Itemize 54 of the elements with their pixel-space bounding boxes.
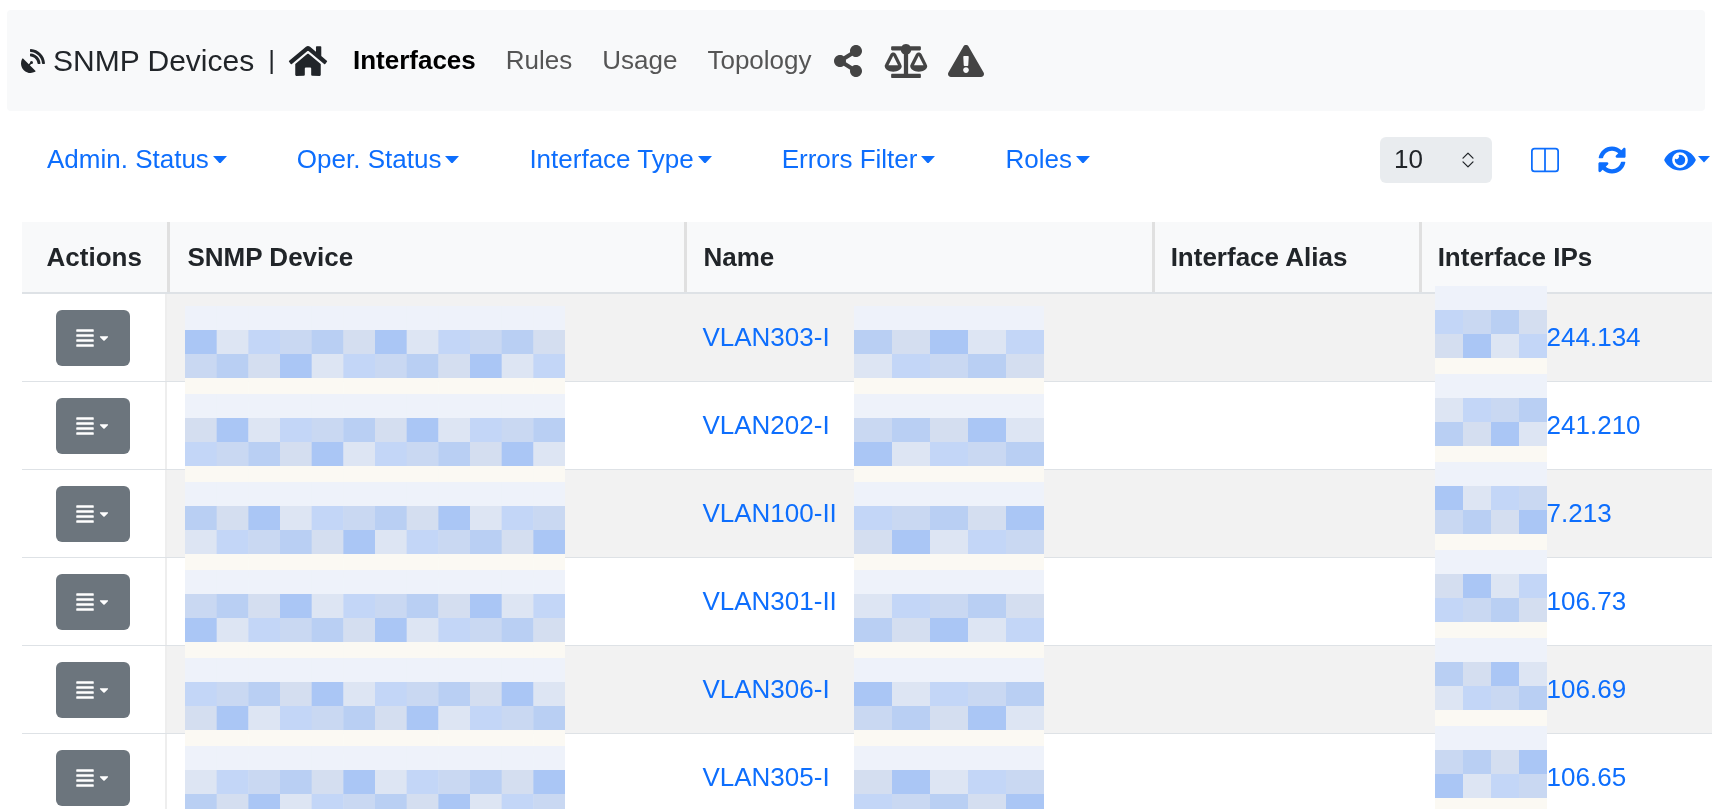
nav-tab[interactable]: Rules xyxy=(505,41,573,80)
scale-icon[interactable] xyxy=(883,43,928,78)
caret-icon xyxy=(212,155,227,164)
filter-dropdown[interactable]: Oper. Status xyxy=(296,140,460,179)
caret-icon xyxy=(921,155,936,164)
satellite-dish-icon xyxy=(21,48,45,73)
separator: | xyxy=(268,44,275,77)
filter-dropdown[interactable]: Errors Filter xyxy=(781,140,936,179)
interface-name-link[interactable]: VLAN305-I xyxy=(702,758,830,797)
filter-dropdown[interactable]: Admin. Status xyxy=(47,140,227,179)
column-header[interactable]: SNMP Device xyxy=(187,237,354,277)
home-icon[interactable] xyxy=(286,43,329,78)
refresh-icon[interactable] xyxy=(1598,145,1626,174)
menu-icon xyxy=(75,415,96,436)
menu-icon xyxy=(75,503,96,524)
actions-button[interactable] xyxy=(56,309,131,366)
share-icon[interactable] xyxy=(831,44,864,77)
interface-ip-link[interactable]: 7.213 xyxy=(1546,494,1612,533)
actions-button[interactable] xyxy=(56,661,131,718)
interface-ip-link[interactable]: 241.210 xyxy=(1546,406,1641,445)
interface-name-link[interactable]: VLAN100-II xyxy=(702,494,837,533)
caret-icon xyxy=(1698,156,1710,163)
interface-ip-link[interactable]: 106.69 xyxy=(1546,670,1627,709)
interface-name-link[interactable]: VLAN306-I xyxy=(702,670,830,709)
interface-ip-link[interactable]: 106.73 xyxy=(1546,582,1627,621)
caret-icon xyxy=(697,155,712,164)
caret-icon xyxy=(1075,155,1090,164)
interface-ip-link[interactable]: 244.134 xyxy=(1546,318,1641,357)
actions-button[interactable] xyxy=(56,397,131,454)
interface-name-link[interactable]: VLAN301-II xyxy=(702,582,837,621)
page-size-select[interactable]: 10 xyxy=(1380,136,1492,183)
columns-icon[interactable] xyxy=(1530,145,1560,174)
actions-button[interactable] xyxy=(56,485,131,542)
interface-name-link[interactable]: VLAN202-I xyxy=(702,406,830,445)
interface-name-link[interactable]: VLAN303-I xyxy=(702,318,830,357)
column-header[interactable]: Interface Alias xyxy=(1170,237,1348,277)
brand-title[interactable]: SNMP Devices xyxy=(53,38,255,83)
filter-dropdown[interactable]: Interface Type xyxy=(529,140,712,179)
actions-button[interactable] xyxy=(56,749,131,806)
menu-icon xyxy=(75,591,96,612)
nav-tab[interactable]: Interfaces xyxy=(352,41,476,80)
nav-tab[interactable]: Topology xyxy=(707,41,812,80)
menu-icon xyxy=(75,679,96,700)
warning-icon[interactable] xyxy=(947,43,984,78)
nav-tab[interactable]: Usage xyxy=(602,41,678,80)
column-header[interactable]: Name xyxy=(703,237,775,277)
column-header[interactable]: Actions xyxy=(46,237,142,277)
menu-icon xyxy=(75,327,96,348)
actions-button[interactable] xyxy=(56,573,131,630)
menu-icon xyxy=(75,767,96,788)
filter-dropdown[interactable]: Roles xyxy=(1005,140,1090,179)
caret-icon xyxy=(445,155,460,164)
interface-ip-link[interactable]: 106.65 xyxy=(1546,758,1627,797)
column-header[interactable]: Interface IPs xyxy=(1437,237,1593,277)
